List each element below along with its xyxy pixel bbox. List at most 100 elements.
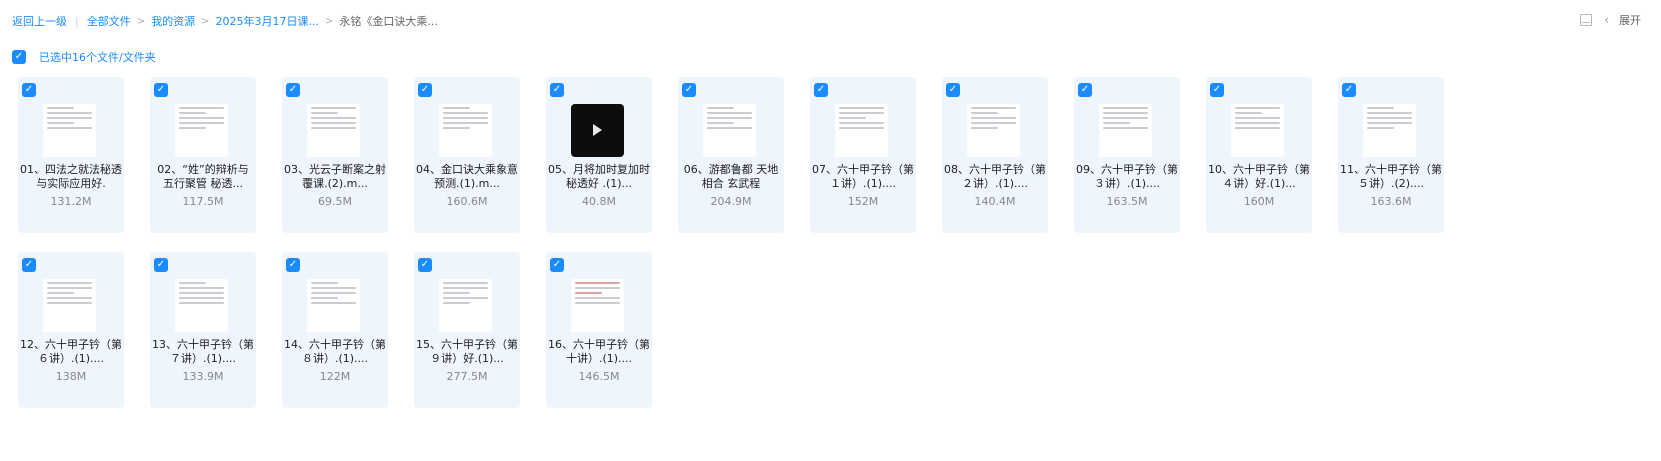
file-checkbox[interactable]: ✓ — [1342, 83, 1356, 97]
file-name: 16、六十甲子钤（第十讲）.(1).... — [548, 338, 650, 365]
file-card[interactable]: ✓ 16、六十甲子钤（第十讲）.(1).... 146.5M — [546, 252, 652, 408]
file-card[interactable]: ✓ 08、六十甲子钤（第２讲）.(1).... 140.4M — [942, 77, 1048, 233]
breadcrumb-all-files[interactable]: 全部文件 — [87, 13, 131, 29]
file-checkbox[interactable]: ✓ — [154, 258, 168, 272]
file-grid: ✓ 01、四法之就法秘透与实际应用好. 131.2M ✓ 02、“姓”的辩析与五… — [18, 77, 1658, 427]
document-thumbnail — [175, 279, 228, 332]
file-checkbox[interactable]: ✓ — [682, 83, 696, 97]
file-checkbox[interactable]: ✓ — [550, 83, 564, 97]
file-size: 131.2M — [50, 195, 92, 208]
file-name: 05、月将加时复加时秘透好 .(1)... — [548, 163, 650, 190]
file-size: 122M — [319, 370, 351, 383]
file-card[interactable]: ✓ 14、六十甲子钤（第８讲）.(1).... 122M — [282, 252, 388, 408]
chevron-right-icon: > — [324, 15, 334, 27]
file-checkbox[interactable]: ✓ — [22, 258, 36, 272]
breadcrumb: 返回上一级 | 全部文件 > 我的资源 > 2025年3月17日课... > 永… — [12, 12, 1641, 30]
document-thumbnail — [439, 104, 492, 157]
file-checkbox[interactable]: ✓ — [286, 258, 300, 272]
breadcrumb-divider: | — [75, 14, 79, 28]
document-thumbnail — [1099, 104, 1152, 157]
file-size: 152M — [847, 195, 879, 208]
back-link[interactable]: 返回上一级 — [12, 13, 67, 29]
file-name: 09、六十甲子钤（第３讲）.(1).... — [1076, 163, 1178, 190]
file-checkbox[interactable]: ✓ — [22, 83, 36, 97]
file-checkbox[interactable]: ✓ — [550, 258, 564, 272]
play-icon — [593, 124, 602, 136]
file-checkbox[interactable]: ✓ — [154, 83, 168, 97]
file-card[interactable]: ✓ 04、金口诀大乘象意预测.(1).m... 160.6M — [414, 77, 520, 233]
video-thumbnail — [571, 104, 624, 157]
file-checkbox[interactable]: ✓ — [418, 83, 432, 97]
file-size: 163.5M — [1106, 195, 1148, 208]
file-card[interactable]: ✓ 13、六十甲子钤（第７讲）.(1).... 133.9M — [150, 252, 256, 408]
breadcrumb-date-folder[interactable]: 2025年3月17日课... — [216, 13, 319, 29]
breadcrumb-current-folder: 永铭《金口诀大乘... — [339, 15, 438, 28]
view-controls: ‹ 展开 — [1572, 12, 1641, 28]
document-thumbnail — [307, 279, 360, 332]
file-grid-row: ✓ 01、四法之就法秘透与实际应用好. 131.2M ✓ 02、“姓”的辩析与五… — [18, 77, 1658, 233]
file-size: 160.6M — [446, 195, 488, 208]
view-toggle-icon[interactable] — [1580, 14, 1593, 26]
file-name: 11、六十甲子钤（第５讲）.(2).... — [1340, 163, 1442, 190]
file-card[interactable]: ✓ 07、六十甲子钤（第１讲）.(1).... 152M — [810, 77, 916, 233]
file-size: 204.9M — [710, 195, 752, 208]
file-checkbox[interactable]: ✓ — [1078, 83, 1092, 97]
selection-count-text: 已选中16个文件/文件夹 — [39, 51, 156, 64]
file-card[interactable]: ✓ 12、六十甲子钤（第６讲）.(1).... 138M — [18, 252, 124, 408]
file-size: 146.5M — [578, 370, 620, 383]
file-grid-row: ✓ 12、六十甲子钤（第６讲）.(1).... 138M ✓ 13、六十甲子钤（… — [18, 252, 1658, 408]
file-card[interactable]: ✓ 02、“姓”的辩析与五行聚管 秘透... 117.5M — [150, 77, 256, 233]
file-card[interactable]: ✓ 05、月将加时复加时秘透好 .(1)... 40.8M — [546, 77, 652, 233]
file-name: 01、四法之就法秘透与实际应用好. — [20, 163, 122, 190]
file-name: 15、六十甲子钤（第９讲）好.(1)... — [416, 338, 518, 365]
file-name: 03、光云子断案之射覆课.(2).m... — [284, 163, 386, 190]
file-card[interactable]: ✓ 01、四法之就法秘透与实际应用好. 131.2M — [18, 77, 124, 233]
file-card[interactable]: ✓ 10、六十甲子钤（第４讲）好.(1)... 160M — [1206, 77, 1312, 233]
file-checkbox[interactable]: ✓ — [946, 83, 960, 97]
file-size: 40.8M — [582, 195, 616, 208]
document-thumbnail — [571, 279, 624, 332]
file-size: 117.5M — [182, 195, 224, 208]
file-card[interactable]: ✓ 11、六十甲子钤（第５讲）.(2).... 163.6M — [1338, 77, 1444, 233]
chevron-left-icon[interactable]: ‹ — [1604, 13, 1609, 27]
file-name: 08、六十甲子钤（第２讲）.(1).... — [944, 163, 1046, 190]
document-thumbnail — [967, 104, 1020, 157]
file-checkbox[interactable]: ✓ — [814, 83, 828, 97]
file-name: 02、“姓”的辩析与五行聚管 秘透... — [157, 163, 249, 190]
file-card[interactable]: ✓ 06、游都鲁都 天地相合 玄武程 204.9M — [678, 77, 784, 233]
document-thumbnail — [835, 104, 888, 157]
document-thumbnail — [43, 104, 96, 157]
chevron-right-icon: > — [201, 15, 210, 27]
file-size: 69.5M — [318, 195, 352, 208]
file-card[interactable]: ✓ 03、光云子断案之射覆课.(2).m... 69.5M — [282, 77, 388, 233]
file-name: 10、六十甲子钤（第４讲）好.(1)... — [1208, 163, 1310, 190]
document-thumbnail — [1363, 104, 1416, 157]
file-size: 277.5M — [446, 370, 488, 383]
file-card[interactable]: ✓ 09、六十甲子钤（第３讲）.(1).... 163.5M — [1074, 77, 1180, 233]
document-thumbnail — [175, 104, 228, 157]
select-all-checkbox[interactable]: ✓ — [12, 50, 26, 64]
file-name: 07、六十甲子钤（第１讲）.(1).... — [812, 163, 914, 190]
selection-bar: ✓ 已选中16个文件/文件夹 — [12, 49, 156, 65]
chevron-right-icon: > — [136, 15, 146, 27]
document-thumbnail — [43, 279, 96, 332]
file-checkbox[interactable]: ✓ — [1210, 83, 1224, 97]
file-card[interactable]: ✓ 15、六十甲子钤（第９讲）好.(1)... 277.5M — [414, 252, 520, 408]
breadcrumb-my-resources[interactable]: 我的资源 — [151, 13, 195, 29]
file-size: 140.4M — [974, 195, 1016, 208]
file-name: 12、六十甲子钤（第６讲）.(1).... — [20, 338, 122, 365]
file-name: 04、金口诀大乘象意预测.(1).m... — [416, 163, 518, 190]
file-size: 160M — [1243, 195, 1275, 208]
file-checkbox[interactable]: ✓ — [418, 258, 432, 272]
file-checkbox[interactable]: ✓ — [286, 83, 300, 97]
file-size: 163.6M — [1370, 195, 1412, 208]
file-name: 06、游都鲁都 天地相合 玄武程 — [683, 163, 779, 190]
document-thumbnail — [1231, 104, 1284, 157]
file-name: 13、六十甲子钤（第７讲）.(1).... — [152, 338, 254, 365]
document-thumbnail — [439, 279, 492, 332]
document-thumbnail — [703, 104, 756, 157]
file-name: 14、六十甲子钤（第８讲）.(1).... — [284, 338, 386, 365]
document-thumbnail — [307, 104, 360, 157]
file-size: 133.9M — [182, 370, 224, 383]
expand-button[interactable]: 展开 — [1619, 12, 1641, 28]
